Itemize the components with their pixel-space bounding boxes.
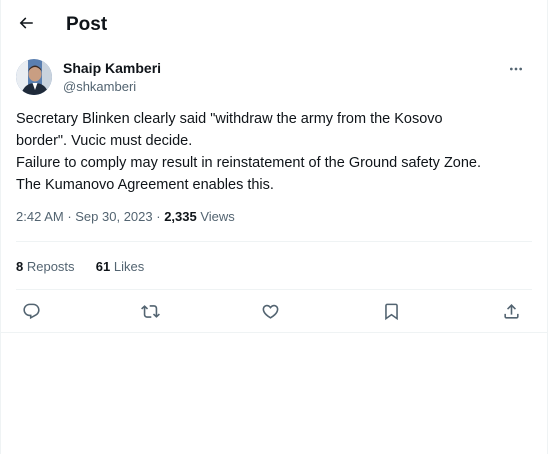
reposts-stat[interactable]: 8 Reposts xyxy=(16,259,75,274)
tweet-meta: 2:42 AM · Sep 30, 2023 · 2,335 Views xyxy=(16,209,235,224)
post-page: Post Shaip Kamberi @shkamberi Secretary … xyxy=(0,0,548,454)
more-options-button[interactable] xyxy=(503,58,529,80)
likes-label: Likes xyxy=(110,259,145,274)
reposts-label: Reposts xyxy=(23,259,75,274)
meta-separator: · xyxy=(152,209,165,224)
like-button[interactable] xyxy=(255,296,285,326)
reply-button[interactable] xyxy=(16,296,46,326)
tweet-line: The Kumanovo Agreement enables this. xyxy=(16,177,274,193)
post-header: Post xyxy=(1,0,547,50)
divider xyxy=(16,241,532,242)
divider xyxy=(16,289,532,290)
tweet-line: border". Vucic must decide. xyxy=(16,133,193,149)
avatar[interactable] xyxy=(16,59,52,95)
more-dots-icon xyxy=(510,67,522,71)
views-count: 2,335 xyxy=(164,209,197,224)
author-handle[interactable]: @shkamberi xyxy=(63,79,136,94)
tweet-text: Secretary Blinken clearly said "withdraw… xyxy=(16,108,534,196)
heart-icon xyxy=(262,304,278,319)
post-bottom-border xyxy=(1,332,547,333)
bookmark-button[interactable] xyxy=(376,296,406,326)
author-name[interactable]: Shaip Kamberi xyxy=(63,60,161,76)
back-button[interactable] xyxy=(9,6,43,40)
repost-button[interactable] xyxy=(135,296,165,326)
tweet-stats: 8 Reposts 61 Likes xyxy=(16,259,144,274)
share-icon xyxy=(503,303,519,319)
likes-stat[interactable]: 61 Likes xyxy=(96,259,144,274)
arrow-left-icon xyxy=(19,17,33,29)
page-title: Post xyxy=(66,14,108,35)
bookmark-icon xyxy=(384,303,398,320)
likes-count: 61 xyxy=(95,259,111,274)
tweet-time[interactable]: 2:42 AM xyxy=(16,209,64,224)
meta-separator: · xyxy=(63,209,76,224)
share-button[interactable] xyxy=(496,296,526,326)
tweet-date[interactable]: Sep 30, 2023 xyxy=(75,209,152,224)
action-bar xyxy=(1,296,547,326)
tweet-line: Failure to comply may result in reinstat… xyxy=(16,155,482,171)
avatar-image-icon xyxy=(16,59,52,95)
views-label: Views xyxy=(196,209,235,224)
reply-icon xyxy=(22,303,40,319)
tweet-line: Secretary Blinken clearly said "withdraw… xyxy=(16,111,443,127)
repost-icon xyxy=(140,304,160,318)
